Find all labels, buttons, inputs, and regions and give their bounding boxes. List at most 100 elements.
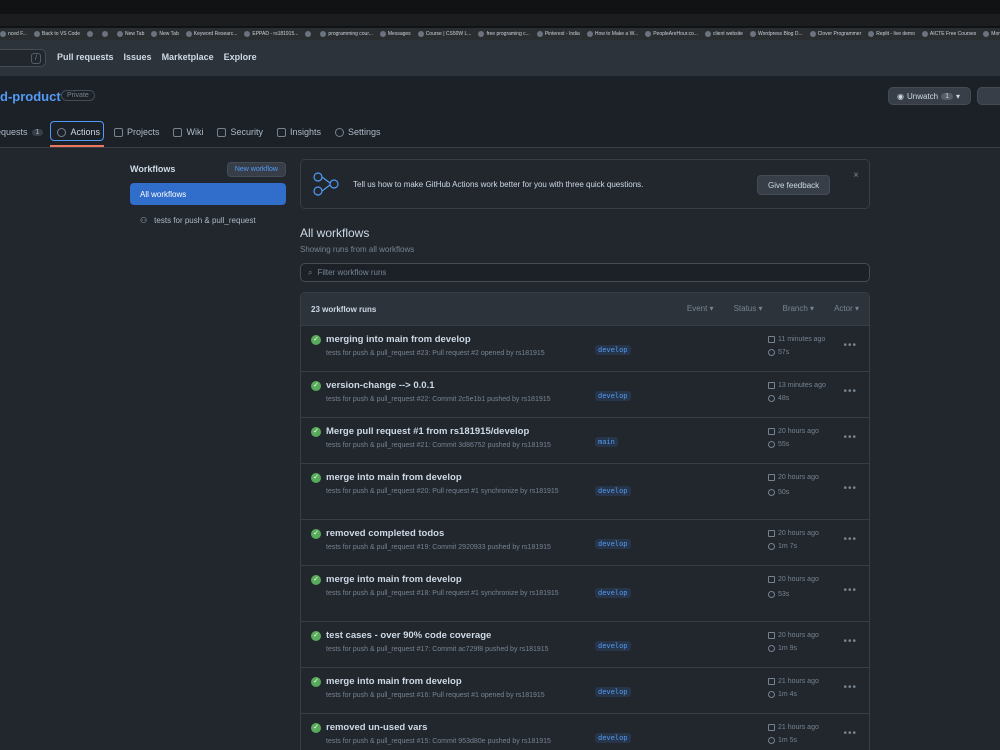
bookmark-item[interactable]: programming cour... <box>320 31 373 37</box>
kebab-menu-icon[interactable]: ••• <box>843 386 857 397</box>
branch-label[interactable]: develop <box>595 687 631 697</box>
workflow-run-row[interactable]: ✓ removed un-used vars tests for push & pu… <box>301 714 869 750</box>
branch-filter[interactable]: Branch ▾ <box>782 304 814 313</box>
bookmark-item[interactable]: EPPAD - rs181915... <box>244 31 298 37</box>
tab-actions[interactable]: Actions <box>50 120 107 147</box>
run-title[interactable]: merge into main from develop <box>326 574 462 585</box>
bookmark-item[interactable]: How to Make a W... <box>586 31 638 37</box>
tab-projects[interactable]: Projects <box>107 120 167 144</box>
nav-pull-requests[interactable]: Pull requests <box>57 52 114 62</box>
bookmark-item[interactable]: PeopleAreHour.co... <box>645 31 698 37</box>
kebab-menu-icon[interactable]: ••• <box>843 728 857 739</box>
run-title[interactable]: Merge pull request #1 from rs181915/deve… <box>326 426 529 437</box>
branch-label[interactable]: develop <box>595 588 631 598</box>
bookmark-item[interactable]: New Tab <box>116 31 144 37</box>
bookmark-item[interactable]: Replit - live demo <box>868 31 915 37</box>
bookmark-item[interactable]: Keyword Researc... <box>185 31 238 37</box>
close-icon[interactable]: × <box>853 170 859 181</box>
branch-label[interactable]: develop <box>595 733 631 743</box>
kebab-menu-icon[interactable]: ••• <box>843 534 857 545</box>
tab-security[interactable]: Security <box>210 120 270 144</box>
status-filter[interactable]: Status ▾ <box>734 304 763 313</box>
bookmark-item[interactable]: Back to VS Code <box>33 31 80 37</box>
run-title[interactable]: test cases - over 90% code coverage <box>326 630 491 641</box>
new-workflow-button[interactable]: New workflow <box>226 161 286 177</box>
bookmark-favicon-icon <box>586 31 593 37</box>
event-filter[interactable]: Event ▾ <box>687 304 714 313</box>
workflow-icon: ⚇ <box>140 215 148 225</box>
bookmark-item[interactable]: Pinterest - India <box>536 31 580 37</box>
run-title[interactable]: removed completed todos <box>326 528 444 539</box>
stopwatch-icon <box>768 395 775 402</box>
kebab-menu-icon[interactable]: ••• <box>843 432 857 443</box>
bookmark-favicon-icon <box>379 31 386 37</box>
book-icon <box>173 127 183 137</box>
run-title[interactable]: version-change --> 0.0.1 <box>326 380 435 391</box>
bookmark-item[interactable]: New Tab <box>151 31 179 37</box>
branch-label[interactable]: develop <box>595 539 631 549</box>
workflow-run-row[interactable]: ✓ version-change --> 0.0.1 tests for push … <box>301 372 869 418</box>
nav-marketplace[interactable]: Marketplace <box>162 52 214 62</box>
unwatch-label: Unwatch <box>906 91 939 101</box>
success-check-icon: ✓ <box>311 381 321 391</box>
bookmark-item[interactable]: nced F... <box>0 31 27 37</box>
run-duration: 48s <box>768 395 789 402</box>
run-duration-label: 50s <box>778 489 790 496</box>
sidebar-item-all-workflows[interactable]: All workflows <box>130 183 286 205</box>
tab-wiki[interactable]: Wiki <box>166 120 210 144</box>
kebab-menu-icon[interactable]: ••• <box>843 340 857 351</box>
nav-issues[interactable]: Issues <box>124 52 152 62</box>
unwatch-button[interactable]: ◉ Unwatch 1 ▾ <box>888 87 971 105</box>
bookmark-item[interactable]: client website <box>704 31 743 37</box>
tab-settings[interactable]: Settings <box>328 120 388 144</box>
bookmark-item[interactable]: Course | CS50W L... <box>417 31 471 37</box>
bookmark-item[interactable] <box>305 31 313 37</box>
filter-runs-input[interactable]: ⌕ Filter workflow runs <box>300 263 870 282</box>
workflow-run-row[interactable]: ✓ removed completed todos tests for push &… <box>301 520 869 566</box>
bookmark-item[interactable] <box>101 31 110 37</box>
tab-pull-requests[interactable]: equests 1 <box>0 120 50 144</box>
bookmark-item[interactable]: Clover Programmer <box>809 31 861 37</box>
bookmark-favicon-icon <box>417 31 424 37</box>
run-duration-label: 1m 5s <box>778 737 798 744</box>
branch-label[interactable]: develop <box>595 486 631 496</box>
give-feedback-button[interactable]: Give feedback <box>757 175 831 195</box>
search-input[interactable]: / <box>0 49 46 67</box>
actor-filter[interactable]: Actor ▾ <box>834 304 859 313</box>
kebab-menu-icon[interactable]: ••• <box>843 483 857 494</box>
workflow-run-row[interactable]: ✓ merge into main from develop tests for p… <box>301 668 869 714</box>
nav-explore[interactable]: Explore <box>224 52 257 62</box>
workflow-run-row[interactable]: ✓ merging into main from develop tests for… <box>301 326 869 372</box>
bookmark-item[interactable]: Wordpress Blog D... <box>749 31 803 37</box>
bookmark-item[interactable]: Messages <box>379 31 411 37</box>
workflow-run-row[interactable]: ✓ merge into main from develop tests for p… <box>301 464 869 520</box>
bookmark-label: Pinterest - India <box>544 31 580 37</box>
branch-label[interactable]: develop <box>595 641 631 651</box>
bookmark-label: Keyword Researc... <box>193 31 238 37</box>
watch-count: 1 <box>941 92 954 100</box>
run-title[interactable]: merge into main from develop <box>326 472 462 483</box>
workflow-run-row[interactable]: ✓ test cases - over 90% code coverage test… <box>301 622 869 668</box>
kebab-menu-icon[interactable]: ••• <box>843 682 857 693</box>
bookmark-item[interactable]: Monojit Wallpaper... <box>983 31 1000 37</box>
kebab-menu-icon[interactable]: ••• <box>843 585 857 596</box>
tab-insights[interactable]: Insights <box>270 120 328 144</box>
bookmark-item[interactable]: free programing c... <box>478 31 530 37</box>
calendar-icon <box>768 678 775 685</box>
branch-label[interactable]: develop <box>595 345 631 355</box>
fork-button[interactable] <box>977 87 1000 105</box>
run-title[interactable]: removed un-used vars <box>326 722 427 733</box>
run-title[interactable]: merging into main from develop <box>326 334 471 345</box>
bookmark-item[interactable] <box>86 31 95 37</box>
run-time: 11 minutes ago <box>768 336 825 343</box>
sidebar-item-workflow[interactable]: ⚇ tests for push & pull_request <box>130 211 286 229</box>
kebab-menu-icon[interactable]: ••• <box>843 636 857 647</box>
workflow-run-row[interactable]: ✓ Merge pull request #1 from rs181915/dev… <box>301 418 869 464</box>
bookmark-item[interactable]: AICTE Free Courses <box>921 31 976 37</box>
branch-label[interactable]: develop <box>595 391 631 401</box>
workflow-run-row[interactable]: ✓ merge into main from develop tests for p… <box>301 566 869 622</box>
repo-name[interactable]: d-product <box>0 89 61 104</box>
branch-label[interactable]: main <box>595 437 618 447</box>
run-title[interactable]: merge into main from develop <box>326 676 462 687</box>
bookmark-label: Wordpress Blog D... <box>757 31 803 37</box>
